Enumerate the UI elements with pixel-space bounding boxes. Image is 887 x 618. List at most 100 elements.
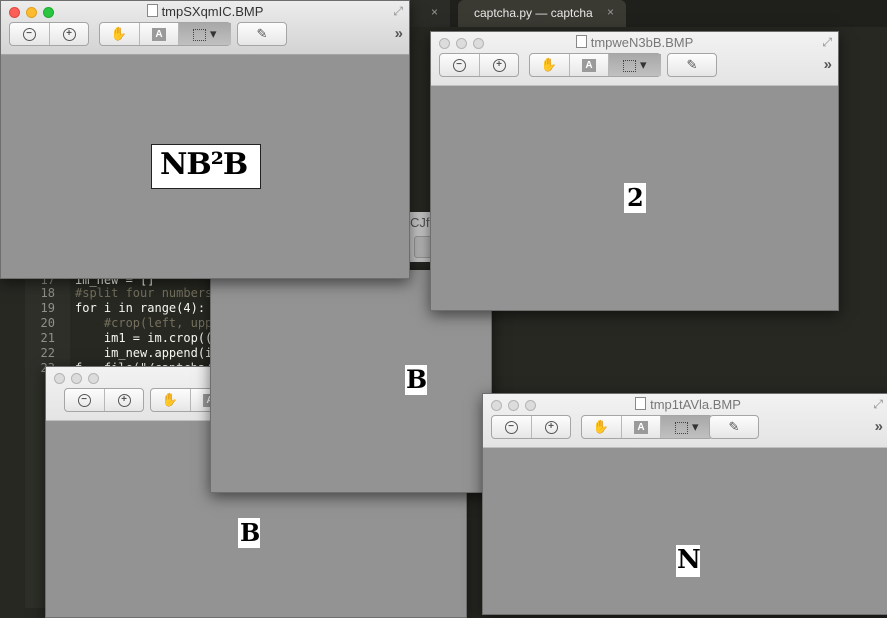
fullscreen-icon[interactable]: ⤢ bbox=[873, 397, 883, 412]
zoom-out-button[interactable]: − bbox=[492, 416, 530, 438]
zoom-out-icon: − bbox=[504, 421, 518, 435]
hand-tool-icon: ✋ bbox=[540, 57, 558, 72]
captcha-image: N bbox=[676, 545, 700, 577]
text-select-icon: A bbox=[152, 28, 166, 42]
captcha-image: 2 bbox=[624, 183, 646, 213]
traffic-lights bbox=[54, 371, 105, 389]
fullscreen-icon[interactable]: ⤢ bbox=[393, 4, 403, 19]
fullscreen-icon[interactable]: ⤢ bbox=[822, 35, 832, 50]
pencil-icon: ✎ bbox=[686, 57, 698, 72]
captcha-glyph: 2 bbox=[627, 183, 644, 212]
minimize-button[interactable] bbox=[71, 373, 82, 384]
code-line: #crop(left, uppe bbox=[75, 316, 220, 330]
tab-close-icon[interactable]: × bbox=[607, 5, 614, 19]
zoom-in-button[interactable]: + bbox=[49, 23, 88, 45]
hand-tool-icon: ✋ bbox=[161, 392, 179, 407]
toolbar-overflow-icon[interactable]: » bbox=[824, 56, 832, 73]
chevron-down-icon: ▾ bbox=[640, 57, 647, 72]
tab-close-icon[interactable]: × bbox=[431, 5, 438, 19]
rectangle-select-button[interactable]: ▾ bbox=[660, 416, 713, 438]
hand-tool-icon: ✋ bbox=[110, 26, 128, 41]
hand-tool-button[interactable]: ✋ bbox=[530, 54, 568, 76]
toolbar-overflow-icon[interactable]: » bbox=[875, 418, 883, 435]
window-title: tmp1tAVla.BMP bbox=[650, 397, 741, 412]
document-icon bbox=[146, 4, 158, 17]
zoom-group: − + bbox=[439, 53, 519, 77]
toolbar-overflow-icon[interactable]: » bbox=[395, 25, 403, 42]
tool-group: ✋ A ▾ bbox=[99, 22, 231, 46]
text-tool-button[interactable]: A bbox=[569, 54, 608, 76]
captcha-image: NB²B bbox=[151, 144, 261, 189]
line-number: 19 bbox=[40, 301, 55, 315]
image-canvas: N bbox=[483, 448, 887, 614]
annotate-button[interactable]: ✎ bbox=[243, 23, 281, 45]
zoom-in-button[interactable]: + bbox=[104, 389, 143, 411]
text-tool-button[interactable]: A bbox=[621, 416, 660, 438]
pencil-icon: ✎ bbox=[728, 419, 740, 434]
window-title-wrap: tmpweN3bB.BMP bbox=[431, 35, 838, 50]
zoom-out-icon: − bbox=[77, 394, 91, 408]
code-line: im1 = im.crop((s bbox=[75, 331, 220, 345]
chevron-down-icon: ▾ bbox=[692, 419, 699, 434]
preview-window[interactable]: tmp1tAVla.BMP ⤢ − + ✋ A ▾ ✎ » N bbox=[482, 393, 887, 615]
zoom-button[interactable] bbox=[88, 373, 99, 384]
rectangle-select-icon bbox=[623, 59, 637, 72]
zoom-in-icon: + bbox=[544, 421, 558, 435]
zoom-group: − + bbox=[64, 388, 144, 412]
rectangle-select-icon bbox=[675, 421, 689, 434]
zoom-out-icon: − bbox=[22, 28, 36, 42]
text-select-icon: A bbox=[634, 421, 648, 435]
preview-window[interactable]: tmpweN3bB.BMP ⤢ − + ✋ A ▾ ✎ » 2 bbox=[430, 31, 839, 311]
hand-tool-button[interactable]: ✋ bbox=[151, 389, 189, 411]
editor-tab-label: captcha.py — captcha bbox=[474, 6, 593, 20]
line-number: 18 bbox=[40, 286, 55, 300]
code-line: im_new.append(im bbox=[75, 346, 220, 360]
annotate-button[interactable]: ✎ bbox=[673, 54, 711, 76]
editor-tab-active[interactable]: captcha.py — captcha × bbox=[458, 0, 626, 27]
preview-window-active[interactable]: tmpSXqmIC.BMP ⤢ − + ✋ A ▾ ✎ » NB²B bbox=[0, 0, 410, 279]
zoom-in-button[interactable]: + bbox=[531, 416, 570, 438]
zoom-group: − + bbox=[491, 415, 571, 439]
chevron-down-icon: ▾ bbox=[210, 26, 217, 41]
image-canvas: 2 bbox=[431, 86, 838, 310]
annotate-group: ✎ bbox=[709, 415, 759, 439]
window-titlebar[interactable]: tmpweN3bB.BMP ⤢ − + ✋ A ▾ ✎ » bbox=[431, 32, 838, 86]
line-number: 21 bbox=[40, 331, 55, 345]
zoom-in-icon: + bbox=[62, 28, 76, 42]
zoom-in-icon: + bbox=[117, 394, 131, 408]
annotate-group: ✎ bbox=[667, 53, 717, 77]
code-line: for i in range(4): bbox=[75, 301, 206, 315]
window-titlebar[interactable]: tmp1tAVla.BMP ⤢ − + ✋ A ▾ ✎ » bbox=[483, 394, 887, 448]
captcha-glyph: NB²B bbox=[160, 147, 248, 182]
hand-tool-button[interactable]: ✋ bbox=[100, 23, 138, 45]
text-tool-button[interactable]: A bbox=[139, 23, 178, 45]
image-canvas: NB²B bbox=[1, 55, 409, 278]
close-button[interactable] bbox=[54, 373, 65, 384]
tool-group: ✋ A ▾ bbox=[581, 415, 713, 439]
zoom-group: − + bbox=[9, 22, 89, 46]
code-line: #split four numbers bbox=[75, 286, 213, 300]
rectangle-select-button[interactable]: ▾ bbox=[178, 23, 231, 45]
annotate-button[interactable]: ✎ bbox=[715, 416, 753, 438]
zoom-out-button[interactable]: − bbox=[65, 389, 103, 411]
hand-tool-button[interactable]: ✋ bbox=[582, 416, 620, 438]
captcha-image: B bbox=[405, 365, 427, 395]
document-icon bbox=[635, 397, 647, 410]
window-titlebar[interactable]: tmpSXqmIC.BMP ⤢ − + ✋ A ▾ ✎ » bbox=[1, 1, 409, 55]
tool-group: ✋ A ▾ bbox=[529, 53, 661, 77]
zoom-out-button[interactable]: − bbox=[10, 23, 48, 45]
zoom-in-button[interactable]: + bbox=[479, 54, 518, 76]
document-icon bbox=[575, 35, 587, 48]
annotate-group: ✎ bbox=[237, 22, 287, 46]
pencil-icon: ✎ bbox=[256, 26, 268, 41]
zoom-in-icon: + bbox=[492, 59, 506, 73]
captcha-glyph: B bbox=[240, 518, 260, 547]
zoom-out-button[interactable]: − bbox=[440, 54, 478, 76]
line-number: 22 bbox=[40, 346, 55, 360]
window-title: tmpSXqmIC.BMP bbox=[161, 4, 264, 19]
captcha-glyph: B bbox=[406, 365, 427, 394]
window-title-wrap: tmpSXqmIC.BMP bbox=[1, 4, 409, 19]
rectangle-select-button[interactable]: ▾ bbox=[608, 54, 661, 76]
hand-tool-icon: ✋ bbox=[592, 419, 610, 434]
captcha-glyph: N bbox=[677, 545, 700, 575]
